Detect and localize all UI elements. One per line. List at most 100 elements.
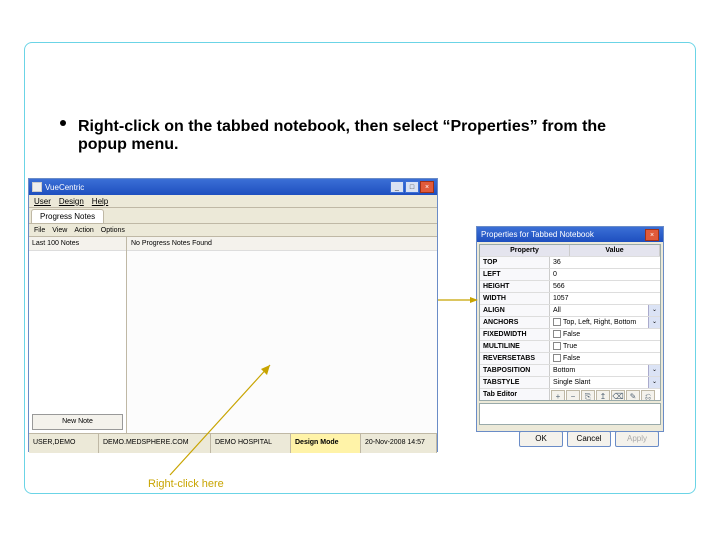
vc-sidebar: Last 100 Notes New Note xyxy=(29,237,127,433)
chevron-down-icon[interactable]: ⌄ xyxy=(648,317,660,328)
minimize-button[interactable]: _ xyxy=(390,181,404,193)
tab-editor-tool[interactable]: − xyxy=(566,390,580,400)
pw-grid: Property Value TOP36LEFT0HEIGHT566WIDTH1… xyxy=(479,244,661,401)
tb-view[interactable]: View xyxy=(52,227,67,234)
new-note-button[interactable]: New Note xyxy=(32,414,123,430)
property-row[interactable]: TOP36 xyxy=(480,256,660,268)
property-value-text: All xyxy=(553,307,561,314)
property-key: REVERSETABS xyxy=(480,353,550,364)
tb-action[interactable]: Action xyxy=(74,227,93,234)
property-key: ALIGN xyxy=(480,305,550,316)
tab-progress-notes[interactable]: Progress Notes xyxy=(31,209,104,223)
checkbox-icon[interactable] xyxy=(553,354,561,362)
property-key: FIXEDWIDTH xyxy=(480,329,550,340)
property-value[interactable]: All ⌄ xyxy=(550,305,660,316)
caption-rightclick: Right-click here xyxy=(148,478,224,490)
pw-button-row: OK Cancel Apply xyxy=(477,427,663,451)
side-list[interactable] xyxy=(29,251,126,411)
property-value-text: 566 xyxy=(553,283,565,290)
property-key: TABPOSITION xyxy=(480,365,550,376)
property-key: HEIGHT xyxy=(480,281,550,292)
property-value-text: Top, Left, Right, Bottom xyxy=(563,319,636,326)
status-datetime: 20-Nov-2008 14:57 xyxy=(361,434,437,453)
ok-button[interactable]: OK xyxy=(519,431,563,447)
property-row[interactable]: LEFT0 xyxy=(480,268,660,280)
checkbox-icon[interactable] xyxy=(553,342,561,350)
main-header: No Progress Notes Found xyxy=(127,237,437,251)
chevron-down-icon[interactable]: ⌄ xyxy=(648,377,660,388)
property-key: LEFT xyxy=(480,269,550,280)
apply-button[interactable]: Apply xyxy=(615,431,659,447)
pw-close-button[interactable]: × xyxy=(645,229,659,241)
tb-file[interactable]: File xyxy=(34,227,45,234)
vc-titlebar[interactable]: VueCentric _ □ × xyxy=(29,179,437,195)
vc-title: VueCentric xyxy=(45,183,389,192)
bullet-dot xyxy=(60,120,66,126)
property-row[interactable]: HEIGHT566 xyxy=(480,280,660,292)
vc-menubar: User Design Help xyxy=(29,195,437,208)
property-value[interactable]: Single Slant ⌄ xyxy=(550,377,660,388)
tab-editor-tool[interactable]: ⎘ xyxy=(581,390,595,400)
chevron-down-icon[interactable]: ⌄ xyxy=(648,365,660,376)
property-row[interactable]: ANCHORS Top, Left, Right, Bottom ⌄ xyxy=(480,316,660,328)
pw-hdr-property: Property xyxy=(480,245,570,256)
checkbox-icon[interactable] xyxy=(553,318,561,326)
arrow-to-notebook xyxy=(150,350,290,480)
property-row[interactable]: REVERSETABSFalse xyxy=(480,352,660,364)
property-key: WIDTH xyxy=(480,293,550,304)
property-row[interactable]: WIDTH1057 xyxy=(480,292,660,304)
property-value-text: 0 xyxy=(553,271,557,278)
property-value-text: 1057 xyxy=(553,295,569,302)
property-value[interactable]: False xyxy=(550,329,660,340)
property-value[interactable]: +−⎘↥⌫✎⎌ xyxy=(550,389,660,400)
tb-options[interactable]: Options xyxy=(101,227,125,234)
tab-editor-tool[interactable]: + xyxy=(551,390,565,400)
property-key: TOP xyxy=(480,257,550,268)
property-row[interactable]: ALIGNAll ⌄ xyxy=(480,304,660,316)
property-row[interactable]: TABPOSITIONBottom ⌄ xyxy=(480,364,660,376)
property-key: Tab Editor xyxy=(480,389,550,400)
property-row[interactable]: MULTILINE True xyxy=(480,340,660,352)
property-value[interactable]: 36 xyxy=(550,257,660,268)
vc-toolbar: File View Action Options xyxy=(29,224,437,237)
menu-user[interactable]: User xyxy=(34,197,51,206)
property-key: TABSTYLE xyxy=(480,377,550,388)
menu-help[interactable]: Help xyxy=(92,197,108,206)
property-row[interactable]: Tab Editor+−⎘↥⌫✎⎌ xyxy=(480,388,660,400)
pw-titlebar[interactable]: Properties for Tabbed Notebook × xyxy=(477,227,663,242)
instruction-text: Right-click on the tabbed notebook, then… xyxy=(78,118,606,153)
pw-hdr-value: Value xyxy=(570,245,660,256)
close-button[interactable]: × xyxy=(420,181,434,193)
tab-editor-tool[interactable]: ⎌ xyxy=(641,390,655,400)
property-value-text: False xyxy=(563,331,580,338)
property-value-text: Single Slant xyxy=(553,379,590,386)
property-value[interactable]: Bottom ⌄ xyxy=(550,365,660,376)
property-value[interactable]: 1057 xyxy=(550,293,660,304)
properties-window: Properties for Tabbed Notebook × Propert… xyxy=(476,226,664,432)
property-value[interactable]: Top, Left, Right, Bottom ⌄ xyxy=(550,317,660,328)
status-user: USER,DEMO xyxy=(29,434,99,453)
property-row[interactable]: FIXEDWIDTH False xyxy=(480,328,660,340)
side-header: Last 100 Notes xyxy=(29,237,126,251)
tab-editor-tool[interactable]: ↥ xyxy=(596,390,610,400)
pw-header-row: Property Value xyxy=(480,245,660,256)
property-value[interactable]: 566 xyxy=(550,281,660,292)
chevron-down-icon[interactable]: ⌄ xyxy=(648,305,660,316)
property-value[interactable]: True xyxy=(550,341,660,352)
status-mode: Design Mode xyxy=(291,434,361,453)
property-key: ANCHORS xyxy=(480,317,550,328)
maximize-button[interactable]: □ xyxy=(405,181,419,193)
menu-design[interactable]: Design xyxy=(59,197,84,206)
property-value-text: Bottom xyxy=(553,367,575,374)
arrow-to-properties xyxy=(436,294,480,306)
app-icon xyxy=(32,182,42,192)
property-key: MULTILINE xyxy=(480,341,550,352)
property-value[interactable]: 0 xyxy=(550,269,660,280)
property-value[interactable]: False xyxy=(550,353,660,364)
property-row[interactable]: TABSTYLESingle Slant ⌄ xyxy=(480,376,660,388)
tab-editor-tool[interactable]: ✎ xyxy=(626,390,640,400)
tab-editor-tool[interactable]: ⌫ xyxy=(611,390,625,400)
property-value-text: True xyxy=(563,343,577,350)
checkbox-icon[interactable] xyxy=(553,330,561,338)
cancel-button[interactable]: Cancel xyxy=(567,431,611,447)
